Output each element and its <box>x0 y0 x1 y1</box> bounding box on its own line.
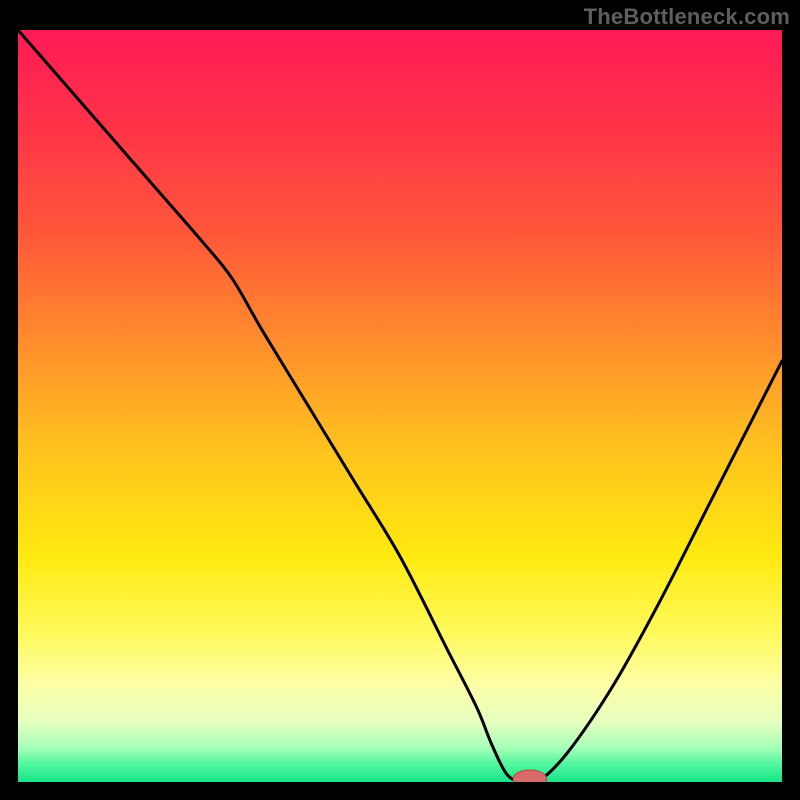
plot-area <box>18 30 782 782</box>
watermark-text: TheBottleneck.com <box>584 4 790 30</box>
chart-svg <box>18 30 782 782</box>
chart-container: TheBottleneck.com <box>0 0 800 800</box>
gradient-background <box>18 30 782 782</box>
